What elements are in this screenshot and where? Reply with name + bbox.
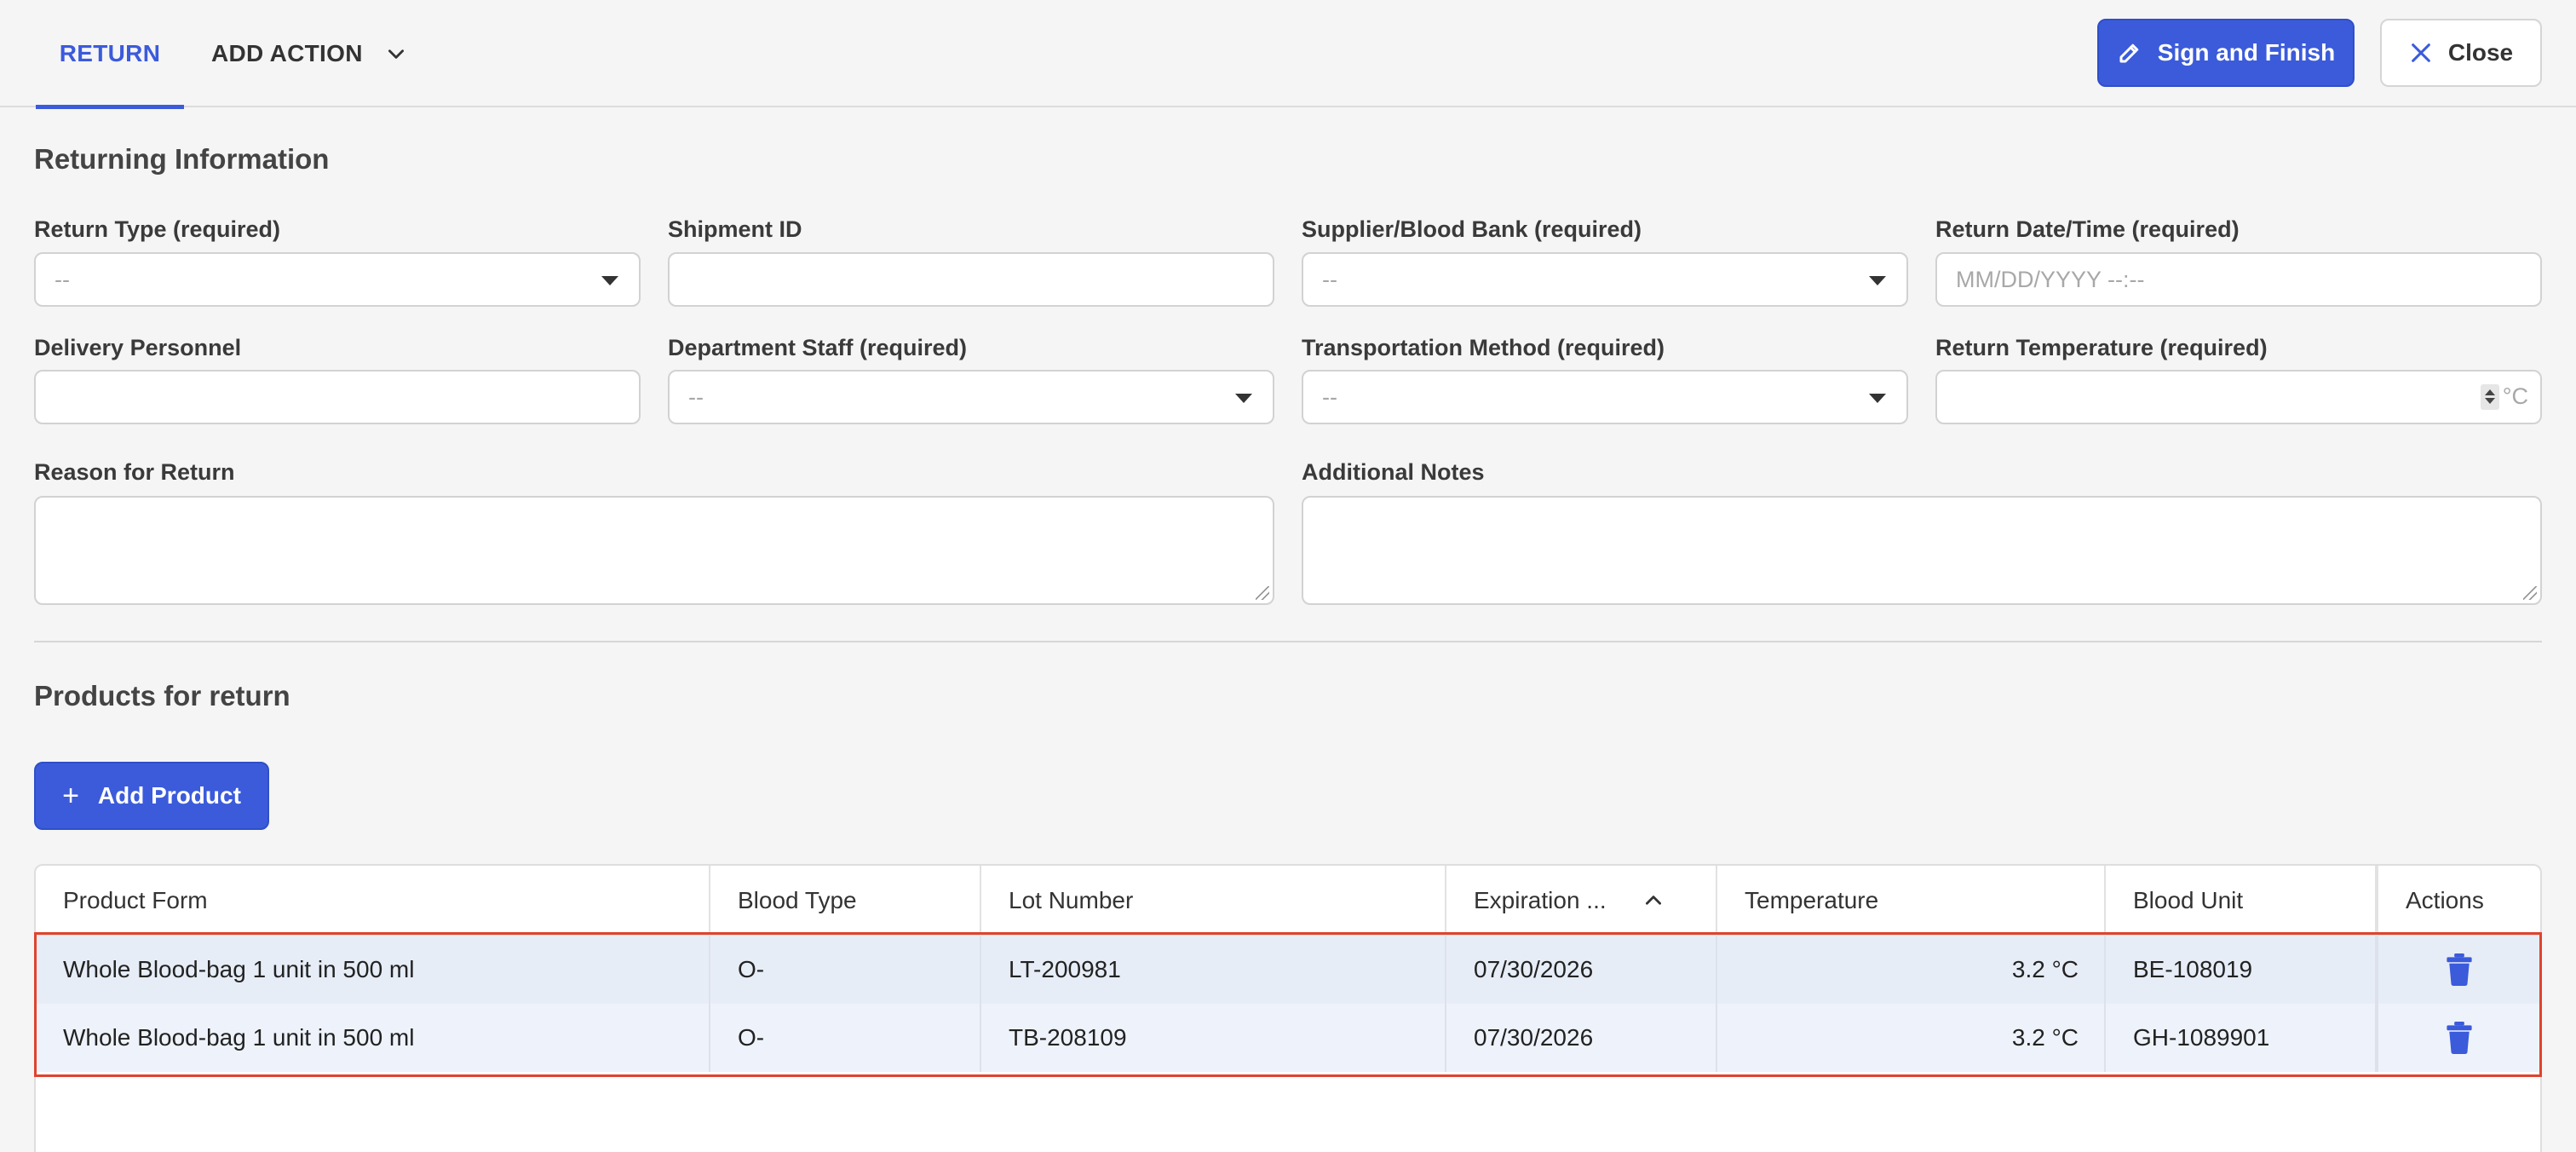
products-table: Product Form Blood Type Lot Number Expir… <box>34 864 2542 1152</box>
temperature-unit: °C <box>2502 383 2528 409</box>
trash-icon[interactable] <box>2447 953 2472 986</box>
column-header-label: Temperature <box>1745 887 1879 913</box>
resize-handle-icon[interactable] <box>1256 586 1269 600</box>
return-temperature-label: Return Temperature (required) <box>1935 335 2268 360</box>
column-header-blood-unit[interactable]: Blood Unit <box>2106 866 2377 936</box>
delivery-personnel-input[interactable] <box>34 370 641 424</box>
return-temperature-input[interactable]: °C <box>1935 370 2542 424</box>
add-product-button[interactable]: + Add Product <box>34 762 269 830</box>
cell-product-form: Whole Blood-bag 1 unit in 500 ml <box>36 1004 710 1072</box>
dropdown-caret-icon <box>1869 276 1886 285</box>
column-header-expiration[interactable]: Expiration ... <box>1446 866 1717 936</box>
cell-expiration: 07/30/2026 <box>1446 936 1717 1004</box>
column-header-label: Blood Type <box>738 887 857 913</box>
transportation-method-select[interactable]: -- <box>1302 370 1908 424</box>
cell-temperature: 3.2 °C <box>1717 936 2106 1004</box>
return-type-label: Return Type (required) <box>34 216 281 242</box>
resize-handle-icon[interactable] <box>2523 586 2537 600</box>
tab-return-label: RETURN <box>59 40 161 66</box>
chevron-down-icon <box>388 49 404 59</box>
tab-add-action-label: ADD ACTION <box>211 40 363 66</box>
return-datetime-label: Return Date/Time (required) <box>1935 216 2240 242</box>
return-datetime-text[interactable] <box>1956 266 2521 293</box>
top-bar: RETURN ADD ACTION Sign and Finish Close <box>0 0 2576 109</box>
return-type-select[interactable]: -- <box>34 252 641 307</box>
supplier-select[interactable]: -- <box>1302 252 1908 307</box>
delivery-personnel-label: Delivery Personnel <box>34 335 242 360</box>
column-header-label: Lot Number <box>1009 887 1134 913</box>
cell-blood-type: O- <box>710 936 981 1004</box>
dropdown-caret-icon <box>1869 394 1886 403</box>
supplier-value: -- <box>1322 266 1337 292</box>
spinner-icon[interactable] <box>2480 383 2499 410</box>
additional-notes-label: Additional Notes <box>1302 459 1485 485</box>
cell-product-form: Whole Blood-bag 1 unit in 500 ml <box>36 936 710 1004</box>
cell-actions <box>2377 936 2540 1004</box>
return-datetime-input[interactable] <box>1935 252 2542 307</box>
table-header: Product Form Blood Type Lot Number Expir… <box>36 866 2540 936</box>
temperature-suffix: °C <box>2480 383 2528 410</box>
delivery-personnel-text[interactable] <box>55 383 620 411</box>
cell-blood-type: O- <box>710 1004 981 1072</box>
sort-up-icon[interactable] <box>1642 890 1665 912</box>
trash-icon[interactable] <box>2447 1022 2472 1054</box>
column-header-label: Product Form <box>63 887 208 913</box>
section-divider <box>34 641 2542 642</box>
shipment-id-label: Shipment ID <box>668 216 802 242</box>
table-row[interactable]: Whole Blood-bag 1 unit in 500 ml O- LT-2… <box>36 936 2540 1004</box>
column-header-lot-number[interactable]: Lot Number <box>981 866 1446 936</box>
transportation-method-label: Transportation Method (required) <box>1302 335 1665 360</box>
close-icon <box>2412 43 2430 62</box>
pencil-icon <box>2119 43 2139 63</box>
products-for-return-title: Products for return <box>34 680 290 711</box>
shipment-id-text[interactable] <box>688 266 1254 293</box>
column-header-blood-type[interactable]: Blood Type <box>710 866 981 936</box>
cell-blood-unit: GH-1089901 <box>2106 1004 2377 1072</box>
sign-and-finish-button[interactable]: Sign and Finish <box>2097 19 2355 87</box>
supplier-label: Supplier/Blood Bank (required) <box>1302 216 1642 242</box>
cell-expiration: 07/30/2026 <box>1446 1004 1717 1072</box>
column-header-label: Blood Unit <box>2133 887 2244 913</box>
close-button-label: Close <box>2447 39 2514 66</box>
table-body: Whole Blood-bag 1 unit in 500 ml O- LT-2… <box>36 936 2540 1077</box>
column-header-temperature[interactable]: Temperature <box>1717 866 2106 936</box>
column-header-product-form[interactable]: Product Form <box>36 866 710 936</box>
cell-lot-number: LT-200981 <box>981 936 1446 1004</box>
column-header-label: Actions <box>2406 887 2484 913</box>
cell-temperature: 3.2 °C <box>1717 1004 2106 1072</box>
tab-return[interactable]: RETURN <box>36 0 184 109</box>
return-type-value: -- <box>55 266 70 292</box>
plus-icon: + <box>62 780 79 812</box>
close-button[interactable]: Close <box>2380 19 2542 87</box>
department-staff-value: -- <box>688 383 704 410</box>
sign-button-label: Sign and Finish <box>2157 39 2336 66</box>
dropdown-caret-icon <box>601 276 618 285</box>
reason-for-return-textarea[interactable] <box>34 496 1274 605</box>
cell-lot-number: TB-208109 <box>981 1004 1446 1072</box>
reason-for-return-label: Reason for Return <box>34 459 235 485</box>
column-header-label: Expiration ... <box>1474 887 1607 913</box>
returning-information-title: Returning Information <box>34 143 330 175</box>
column-header-actions: Actions <box>2377 866 2540 936</box>
shipment-id-input[interactable] <box>668 252 1274 307</box>
cell-actions <box>2377 1004 2540 1072</box>
tab-add-action[interactable]: ADD ACTION <box>211 0 407 107</box>
cell-blood-unit: BE-108019 <box>2106 936 2377 1004</box>
transportation-method-value: -- <box>1322 383 1337 410</box>
additional-notes-textarea[interactable] <box>1302 496 2542 605</box>
department-staff-label: Department Staff (required) <box>668 335 968 360</box>
add-product-label: Add Product <box>97 782 241 809</box>
table-row[interactable]: Whole Blood-bag 1 unit in 500 ml O- TB-2… <box>36 1004 2540 1072</box>
dropdown-caret-icon <box>1235 394 1252 403</box>
department-staff-select[interactable]: -- <box>668 370 1274 424</box>
